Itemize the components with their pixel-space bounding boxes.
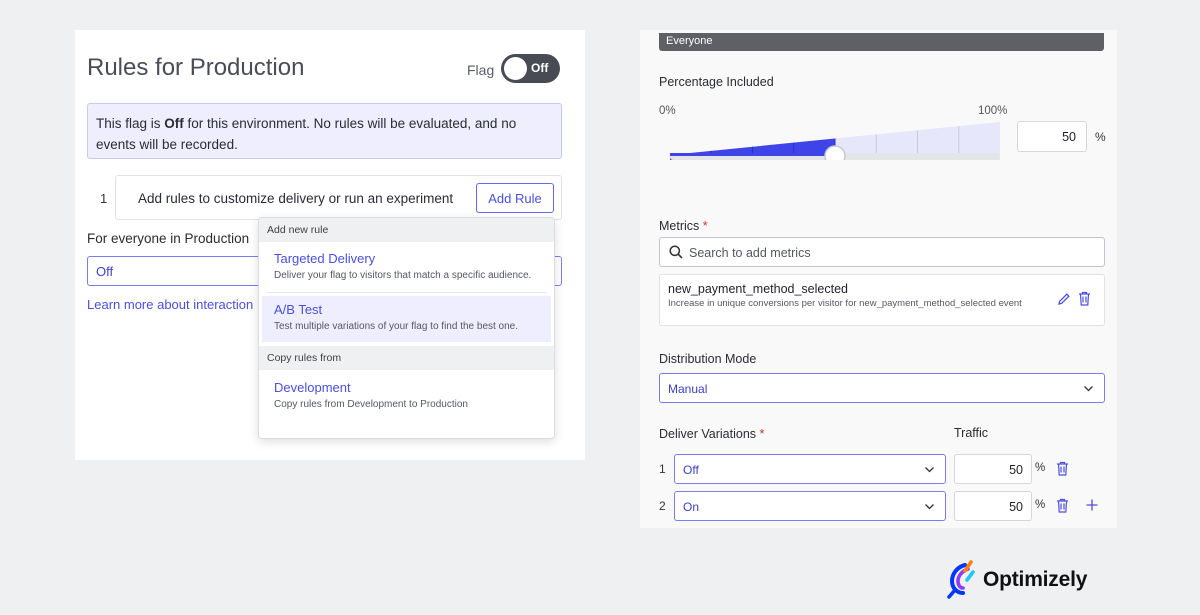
chevron-down-icon	[1084, 386, 1093, 392]
percent-sign: %	[1035, 499, 1046, 511]
flag-off-notice: This flag is Off for this environment. N…	[87, 103, 562, 159]
everyone-label: For everyone in Production	[87, 231, 250, 246]
distribution-select[interactable]: Manual	[659, 373, 1105, 403]
variation-row: 1 Off 50 %	[659, 454, 1119, 485]
variation-name: Off	[683, 463, 699, 477]
menu-item-desc: Deliver your flag to visitors that match…	[274, 270, 532, 281]
menu-item-development[interactable]: Development Copy rules from Development …	[259, 370, 554, 421]
menu-item-targeted-delivery[interactable]: Targeted Delivery Deliver your flag to v…	[259, 242, 554, 292]
menu-item-title: Targeted Delivery	[274, 251, 376, 266]
rule-card: Add rules to customize delivery or run a…	[115, 175, 562, 220]
rule-config-panel: Everyone Percentage Included 0% 100% 50 …	[640, 30, 1117, 528]
deliver-label-text: Deliver Variations	[659, 427, 757, 441]
rules-panel: Rules for Production Flag Off This flag …	[75, 30, 585, 460]
variation-row: 2 On 50 %	[659, 491, 1119, 522]
search-icon	[669, 245, 683, 259]
variation-index: 1	[659, 462, 666, 476]
required-mark: *	[759, 427, 765, 441]
chevron-down-icon	[925, 504, 934, 510]
metrics-label-text: Metrics	[659, 219, 700, 233]
slider-max-label: 100%	[978, 105, 1008, 117]
percentage-slider[interactable]	[670, 120, 1000, 167]
notice-bold: Off	[164, 116, 184, 131]
brand-name: Optimizely	[983, 568, 1088, 591]
rule-index: 1	[100, 191, 108, 206]
variation-name: On	[683, 500, 700, 514]
plus-icon[interactable]	[1085, 498, 1099, 512]
metric-name: new_payment_method_selected	[668, 282, 848, 296]
pencil-icon[interactable]	[1057, 292, 1071, 306]
flag-label: Flag	[467, 62, 495, 78]
slider-min-label: 0%	[659, 105, 676, 117]
variation-select[interactable]: Off	[674, 454, 946, 484]
traffic-input[interactable]: 50	[954, 491, 1032, 521]
metrics-label: Metrics *	[659, 219, 708, 233]
dropdown-header-new: Add new rule	[259, 218, 554, 242]
distribution-label: Distribution Mode	[659, 352, 757, 366]
divider	[267, 292, 546, 293]
menu-item-title: A/B Test	[274, 302, 323, 317]
traffic-label: Traffic	[954, 426, 989, 440]
notice-prefix: This flag is	[96, 116, 165, 131]
percent-sign: %	[1095, 130, 1106, 144]
toggle-knob	[504, 57, 527, 80]
distribution-value: Manual	[668, 382, 708, 396]
add-rule-dropdown: Add new rule Targeted Delivery Deliver y…	[258, 217, 555, 439]
audience-bar: Everyone	[659, 33, 1104, 51]
variation-index: 2	[659, 499, 666, 513]
slider-base-fill	[670, 153, 835, 156]
trash-icon[interactable]	[1078, 291, 1091, 306]
menu-item-desc: Test multiple variations of your flag to…	[274, 321, 519, 332]
menu-item-title: Development	[274, 380, 351, 395]
add-rule-button[interactable]: Add Rule	[476, 183, 554, 213]
traffic-input[interactable]: 50	[954, 454, 1032, 484]
rule-prompt: Add rules to customize delivery or run a…	[138, 191, 454, 206]
trash-icon[interactable]	[1056, 461, 1069, 476]
variation-select[interactable]: On	[674, 491, 946, 521]
slider-graphic	[670, 122, 1000, 167]
search-placeholder: Search to add metrics	[689, 246, 811, 260]
trash-icon[interactable]	[1056, 498, 1069, 513]
learn-more-link[interactable]: Learn more about interaction	[87, 297, 253, 312]
percent-sign: %	[1035, 462, 1046, 474]
deliver-variations-label: Deliver Variations *	[659, 427, 764, 441]
page-title: Rules for Production	[87, 54, 305, 81]
dropdown-header-copy: Copy rules from	[259, 346, 554, 370]
toggle-state: Off	[531, 61, 549, 75]
chevron-down-icon	[925, 467, 934, 473]
metrics-search-input[interactable]: Search to add metrics	[659, 237, 1105, 267]
percentage-label: Percentage Included	[659, 75, 774, 89]
percentage-input[interactable]: 50	[1017, 121, 1087, 152]
slider-knob[interactable]	[824, 145, 846, 167]
menu-item-desc: Copy rules from Development to Productio…	[274, 399, 468, 410]
menu-item-ab-test[interactable]: A/B Test Test multiple variations of you…	[262, 296, 551, 342]
metric-card: new_payment_method_selected Increase in …	[659, 274, 1105, 326]
flag-toggle[interactable]: Off	[501, 54, 560, 83]
metric-desc: Increase in unique conversions per visit…	[668, 298, 1022, 309]
optimizely-logo-icon	[947, 560, 975, 599]
required-mark: *	[702, 219, 708, 233]
